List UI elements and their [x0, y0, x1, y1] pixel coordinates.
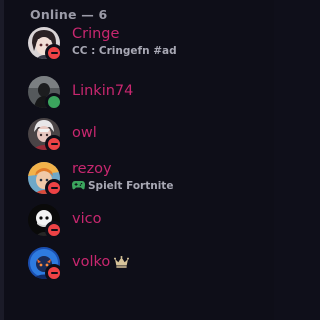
crown-icon	[114, 256, 129, 268]
member-name: rezoy	[72, 161, 112, 177]
panel-divider	[0, 0, 4, 320]
online-section-header: Online — 6	[30, 7, 108, 22]
dnd-status-icon	[45, 264, 63, 282]
dnd-status-icon	[45, 44, 63, 62]
avatar-container	[28, 118, 63, 153]
member-item-rezoy[interactable]: rezoy Spielt Fortnite	[20, 157, 268, 199]
member-activity-line: Spielt Fortnite	[72, 180, 173, 192]
member-name: vico	[72, 211, 102, 227]
member-item-linkin74[interactable]: Linkin74	[20, 71, 268, 113]
avatar-container	[28, 76, 63, 111]
member-name: volko	[72, 254, 111, 270]
member-item-volko[interactable]: volko	[20, 242, 268, 284]
avatar-container	[28, 247, 63, 282]
member-activity: Spielt Fortnite	[88, 180, 174, 192]
dnd-status-icon	[45, 221, 63, 239]
member-name: owl	[72, 125, 97, 141]
member-name: Linkin74	[72, 83, 134, 99]
member-item-owl[interactable]: owl	[20, 113, 268, 155]
dnd-status-icon	[45, 179, 63, 197]
avatar-container	[28, 162, 63, 197]
member-item-cringe[interactable]: Cringe CC : Cringefn #ad	[20, 22, 268, 64]
dnd-status-icon	[45, 135, 63, 153]
member-activity: CC : Cringefn #ad	[72, 45, 177, 57]
avatar-container	[28, 204, 63, 239]
member-name: Cringe	[72, 26, 120, 42]
avatar-container	[28, 27, 63, 62]
member-list-panel: Online — 6 Cringe CC : Cringefn #ad Link…	[0, 0, 274, 320]
online-status-icon	[45, 93, 63, 111]
gamepad-icon	[72, 181, 85, 190]
member-item-vico[interactable]: vico	[20, 199, 268, 241]
